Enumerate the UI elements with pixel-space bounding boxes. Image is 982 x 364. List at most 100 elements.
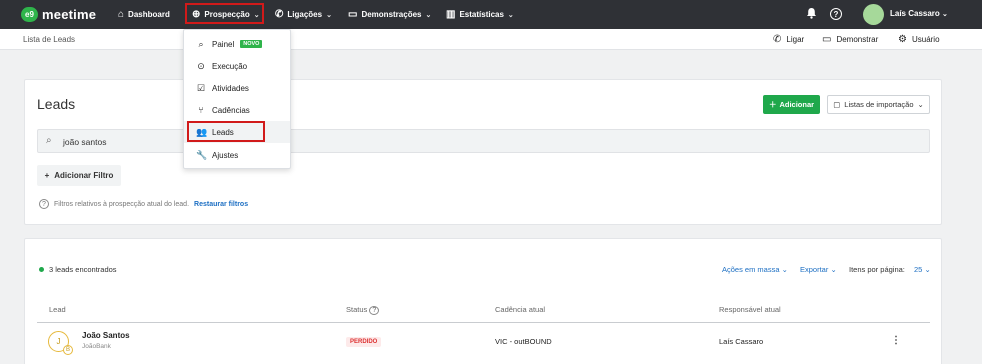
chevron-down-icon: ⌄ bbox=[917, 100, 924, 109]
export-dropdown[interactable]: Exportar ⌄ bbox=[800, 265, 837, 274]
more-options-icon[interactable]: ⋮ bbox=[891, 335, 901, 346]
menu-item-cadencias[interactable]: ⑂ Cadências bbox=[184, 99, 290, 121]
status-dot bbox=[39, 267, 44, 272]
company-avatar: B bbox=[63, 345, 73, 355]
ligar-action[interactable]: ✆ Ligar bbox=[773, 34, 804, 45]
chevron-down-icon: ⌄ bbox=[830, 265, 837, 274]
plus-icon: + bbox=[44, 171, 50, 180]
prospeccao-dropdown-menu: ⌕ Painel NOVO ⊙ Execução ☑ Atividades ⑂ … bbox=[183, 29, 291, 169]
search-icon: ⌕ bbox=[198, 38, 204, 49]
home-icon: ⌂ bbox=[118, 9, 125, 20]
menu-item-execucao[interactable]: ⊙ Execução bbox=[184, 55, 290, 77]
user-gear-icon: ⚙ bbox=[898, 34, 907, 45]
per-page-value: 25 bbox=[914, 265, 923, 274]
lead-cadence: VIC - outBOUND bbox=[495, 337, 552, 346]
leads-panel: Leads ＋ Adicionar ▢ Listas de importação… bbox=[24, 79, 942, 225]
file-icon: ▢ bbox=[833, 100, 841, 109]
lead-company: JoãoBank bbox=[82, 343, 111, 350]
chevron-down-icon: ⌄ bbox=[507, 11, 514, 19]
nav-demonstracoes-label: Demonstrações bbox=[361, 10, 422, 19]
import-lists-label: Listas de importação bbox=[844, 100, 914, 109]
column-header-lead[interactable]: Lead bbox=[49, 305, 66, 314]
results-count: 3 leads encontrados bbox=[39, 265, 117, 274]
nav-demonstracoes[interactable]: ▭ Demonstrações ⌄ bbox=[348, 0, 431, 29]
monitor-icon: ▭ bbox=[348, 9, 358, 20]
add-filter-label: Adicionar Filtro bbox=[54, 171, 114, 180]
chevron-down-icon: ⌄ bbox=[924, 265, 931, 274]
usuario-action[interactable]: ⚙ Usuário bbox=[898, 34, 940, 45]
add-user-icon: ＋ bbox=[768, 100, 777, 109]
prospeccao-highlight-box bbox=[185, 3, 264, 24]
search-value: joão santos bbox=[63, 137, 107, 147]
results-panel: 3 leads encontrados Ações em massa ⌄ Exp… bbox=[24, 238, 942, 364]
chevron-down-icon: ⌄ bbox=[326, 11, 332, 19]
logo-text: meetime bbox=[42, 7, 97, 22]
search-icon: ⌕ bbox=[46, 135, 52, 146]
meetime-logo[interactable]: e9 meetime bbox=[21, 7, 96, 22]
column-header-owner[interactable]: Responsável atual bbox=[719, 305, 781, 314]
menu-item-atividades-label: Atividades bbox=[212, 83, 249, 93]
header-divider bbox=[37, 322, 930, 323]
menu-item-ajustes[interactable]: 🔧 Ajustes bbox=[184, 144, 290, 166]
menu-item-execucao-label: Execução bbox=[212, 61, 248, 71]
lead-name[interactable]: João Santos bbox=[82, 331, 130, 340]
chart-icon: ▥ bbox=[446, 9, 456, 20]
nav-dashboard-label: Dashboard bbox=[128, 10, 170, 19]
demonstrar-label: Demonstrar bbox=[836, 35, 879, 44]
help-icon: ? bbox=[39, 199, 49, 209]
monitor-icon: ▭ bbox=[822, 34, 832, 45]
sub-header: Lista de Leads ✆ Ligar ▭ Demonstrar ⚙ Us… bbox=[0, 29, 982, 50]
top-navbar: e9 meetime ⌂ Dashboard ⊕ Prospecção ⌄ ✆ … bbox=[0, 0, 982, 29]
phone-icon: ✆ bbox=[773, 34, 782, 45]
ligar-label: Ligar bbox=[786, 35, 805, 44]
user-menu[interactable]: Laís Cassaro ⌄ bbox=[890, 9, 948, 18]
bulk-actions-dropdown[interactable]: Ações em massa ⌄ bbox=[722, 265, 788, 274]
hint-text: Filtros relativos à prospecção atual do … bbox=[54, 200, 190, 208]
per-page-select[interactable]: 25 ⌄ bbox=[914, 265, 931, 274]
column-header-cadence[interactable]: Cadência atual bbox=[495, 305, 545, 314]
status-badge: PERDIDO bbox=[346, 337, 382, 347]
per-page-label: Itens por página: bbox=[849, 265, 905, 274]
menu-item-ajustes-label: Ajustes bbox=[212, 150, 239, 160]
help-icon: ? bbox=[369, 306, 380, 315]
checkbox-icon: ☑ bbox=[196, 82, 206, 93]
nav-estatisticas[interactable]: ▥ Estatísticas ⌄ bbox=[446, 0, 514, 29]
add-lead-button[interactable]: ＋ Adicionar bbox=[763, 95, 820, 114]
breadcrumb: Lista de Leads bbox=[23, 35, 76, 44]
wrench-icon: 🔧 bbox=[196, 149, 208, 160]
results-count-label: 3 leads encontrados bbox=[49, 265, 117, 274]
play-circle-icon: ⊙ bbox=[197, 60, 205, 71]
user-name: Laís Cassaro bbox=[890, 9, 940, 18]
export-label: Exportar bbox=[800, 265, 829, 274]
new-badge: NOVO bbox=[240, 40, 263, 48]
bell-icon[interactable] bbox=[806, 7, 817, 19]
restore-filters-link[interactable]: Restaurar filtros bbox=[194, 201, 248, 208]
menu-item-painel-label: Painel bbox=[212, 39, 235, 49]
nav-ligacoes[interactable]: ✆ Ligações ⌄ bbox=[275, 0, 332, 29]
add-lead-label: Adicionar bbox=[779, 100, 815, 109]
page-title: Leads bbox=[37, 96, 76, 112]
leads-highlight-box bbox=[187, 121, 265, 142]
avatar[interactable] bbox=[863, 4, 884, 25]
demonstrar-action[interactable]: ▭ Demonstrar bbox=[822, 34, 878, 45]
search-input[interactable]: ⌕ joão santos bbox=[37, 129, 930, 153]
usuario-label: Usuário bbox=[911, 35, 940, 44]
chevron-down-icon: ⌄ bbox=[781, 265, 788, 274]
help-icon[interactable]: ? bbox=[830, 8, 842, 20]
chevron-down-icon: ⌄ bbox=[942, 11, 948, 18]
flow-icon: ⑂ bbox=[198, 105, 204, 115]
nav-dashboard[interactable]: ⌂ Dashboard bbox=[118, 0, 170, 29]
nav-ligacoes-label: Ligações bbox=[287, 10, 323, 19]
menu-item-cadencias-label: Cadências bbox=[212, 105, 250, 115]
nav-estatisticas-label: Estatísticas bbox=[459, 10, 504, 19]
import-lists-button[interactable]: ▢ Listas de importação ⌄ bbox=[827, 95, 930, 114]
menu-item-atividades[interactable]: ☑ Atividades bbox=[184, 77, 290, 99]
logo-mark: e9 bbox=[21, 7, 38, 22]
menu-item-painel[interactable]: ⌕ Painel NOVO bbox=[184, 33, 290, 55]
lead-owner: Laís Cassaro bbox=[719, 337, 764, 346]
phone-icon: ✆ bbox=[275, 9, 284, 20]
filter-hint: ? Filtros relativos à prospecção atual d… bbox=[39, 199, 248, 209]
column-header-status[interactable]: Status ? bbox=[346, 305, 380, 315]
status-header-label: Status bbox=[346, 305, 368, 314]
add-filter-button[interactable]: + Adicionar Filtro bbox=[37, 165, 121, 186]
